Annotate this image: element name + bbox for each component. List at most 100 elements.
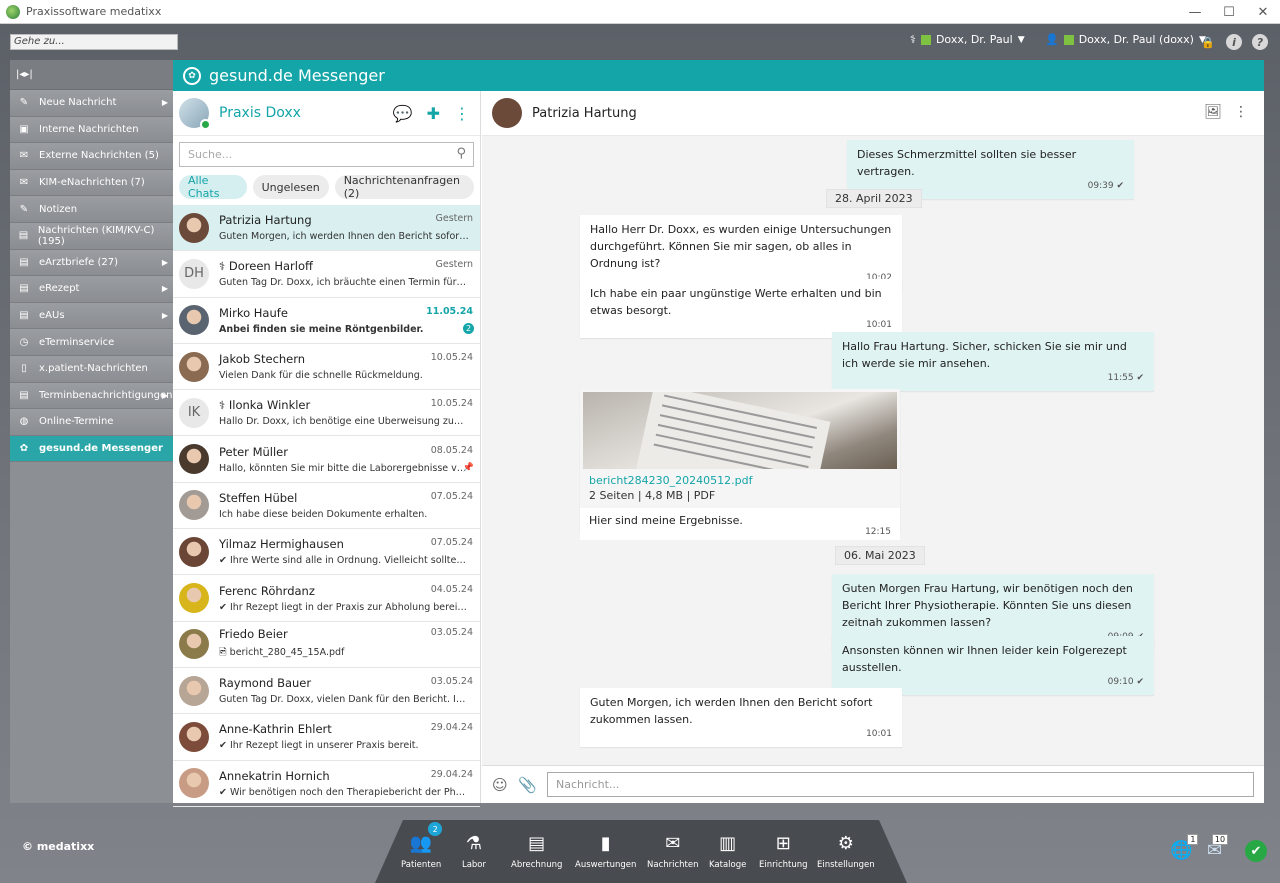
patients-icon: 👥 2 [408, 822, 443, 856]
chat-list-item[interactable]: Jakob Stechern 10.05.24 Vielen Dank für … [173, 344, 480, 391]
chat-list-item[interactable]: Peter Müller 08.05.24 Hallo, könnten Sie… [173, 436, 480, 483]
unread-badge: 2 [463, 322, 474, 334]
sidebar-item-5[interactable]: ▤ Nachrichten (KIM/KV-C) (195) [10, 222, 173, 250]
message-time: 12:15 [865, 527, 891, 537]
window-title: Praxissoftware medatixx [26, 5, 162, 18]
minimize-button[interactable]: — [1178, 0, 1212, 24]
phone-icon: ▯ [21, 363, 27, 375]
chat-list-item[interactable]: DH ⚕ Doreen Harloff Gestern Guten Tag Dr… [173, 251, 480, 298]
attachment-icon[interactable]: 📎 [518, 776, 537, 794]
sidebar-collapse-button[interactable]: |◂▸| [10, 60, 173, 90]
pin-icon: 📌 [462, 462, 474, 473]
globe-icon: ◍ [19, 416, 29, 428]
dock-item[interactable]: ✉ Nachrichten [647, 830, 699, 871]
broadcast-icon[interactable]: ✚ [427, 104, 440, 123]
maximize-button[interactable]: ☐ [1212, 0, 1246, 24]
more-options-icon[interactable]: ⋮ [454, 104, 470, 123]
chevron-right-icon: ▶ [161, 311, 168, 321]
dock-item[interactable]: ▥ Kataloge [709, 830, 746, 871]
chevron-right-icon: ▶ [161, 390, 168, 400]
emoji-icon[interactable]: ☺ [492, 776, 508, 794]
dock-item[interactable]: ▮ Auswertungen [575, 830, 636, 871]
document-preview-image[interactable] [583, 392, 897, 469]
sidebar-item-label: Neue Nachricht [39, 97, 117, 109]
kim-mail-icon: ✉ [19, 177, 29, 189]
sidebar-item-6[interactable]: ▤ eArztbriefe (27) ▶ [10, 249, 173, 277]
chat-preview: Guten Tag Dr. Doxx, ich bräuchte einen T… [219, 277, 469, 289]
chat-date: 07.05.24 [430, 537, 473, 549]
sidebar-item-11[interactable]: ▤ Terminbenachrichtigungen ▶ [10, 382, 173, 410]
message-text: Hallo Herr Dr. Doxx, es wurden einige Un… [590, 223, 892, 270]
sidebar-item-label: x.patient-Nachrichten [39, 363, 148, 375]
window-titlebar: Praxissoftware medatixx — ☐ ✕ [0, 0, 1280, 24]
sidebar-item-7[interactable]: ▤ eRezept ▶ [10, 276, 173, 303]
dock-item[interactable]: 👥 2 Patienten [401, 822, 443, 870]
app-logo-icon [6, 4, 20, 19]
dock-item[interactable]: ⚗ Labor [461, 830, 487, 871]
help-icon[interactable]: ? [1252, 34, 1268, 50]
praxis-header: Praxis Doxx 💬 ✚ ⋮ [173, 91, 480, 136]
sidebar-item-8[interactable]: ▤ eAUs ▶ [10, 302, 173, 330]
chat-list-item[interactable]: Raymond Bauer 03.05.24 Guten Tag Dr. Dox… [173, 668, 480, 715]
sidebar-item-12[interactable]: ◍ Online-Termine [10, 409, 173, 436]
chat-list-item[interactable]: Ferenc Röhrdanz 04.05.24 ✔ Ihr Rezept li… [173, 575, 480, 622]
chat-list-item[interactable]: Patrizia Hartung Gestern Guten Morgen, i… [173, 205, 480, 252]
file-message[interactable]: bericht284230_20240512.pdf 2 Seiten | 4,… [580, 389, 900, 540]
chevron-right-icon: ▶ [161, 284, 168, 294]
sidebar-item-13[interactable]: ✿ gesund.de Messenger [10, 435, 173, 463]
date-separator: 06. Mai 2023 [835, 546, 925, 565]
sidebar-item-10[interactable]: ▯ x.patient-Nachrichten [10, 355, 173, 383]
chat-name: Mirko Haufe [219, 305, 288, 320]
dock-item[interactable]: ▤ Abrechnung [511, 830, 562, 871]
sidebar-item-9[interactable]: ◷ eTerminservice [10, 329, 173, 356]
dock-item[interactable]: ⚙ Einstellungen [817, 830, 875, 871]
sidebar-item-label: eArztbriefe (27) [39, 256, 119, 268]
lock-icon[interactable]: 🔒 [1200, 34, 1216, 50]
network-badge: 1 [1187, 834, 1199, 845]
chat-preview: Hallo Dr. Doxx, ich benötige eine Überwe… [219, 416, 469, 428]
chat-list-item[interactable]: Friedo Beier 03.05.24 🖻 bericht_280_45_1… [173, 622, 480, 668]
more-options-icon[interactable]: ⋮ [1234, 104, 1248, 120]
chat-name: Anne-Kathrin Ehlert [219, 722, 332, 737]
filter-chip[interactable]: Nachrichtenanfragen (2) [334, 174, 474, 200]
chat-date: 03.05.24 [430, 676, 473, 688]
file-link[interactable]: bericht284230_20240512.pdf [589, 474, 900, 487]
sidebar-item-4[interactable]: ✎ Notizen [10, 196, 173, 223]
info-icon[interactable]: i [1226, 34, 1242, 50]
gallery-icon[interactable]: 🖼 [1204, 104, 1222, 120]
filter-chip[interactable]: Ungelesen [252, 175, 329, 199]
chat-list-item[interactable]: Steffen Hübel 07.05.24 Ich habe diese be… [173, 483, 480, 530]
chat-list-item[interactable]: Mirko Haufe 11.05.24 Anbei finden sie me… [173, 298, 480, 344]
chat-list-item[interactable]: Annekatrin Hornich 29.04.24 ✔ Wir benöti… [173, 761, 480, 807]
status-ok-icon[interactable]: ✔ [1245, 840, 1267, 862]
network-tray-icon[interactable]: 🌐 1 [1170, 834, 1199, 861]
chat-list-item[interactable]: IK ⚕ Ilonka Winkler 10.05.24 Hallo Dr. D… [173, 390, 480, 437]
avatar [179, 675, 209, 706]
chat-name: Annekatrin Hornich [219, 768, 330, 783]
mail-tray-icon[interactable]: ✉ 10 [1207, 834, 1229, 861]
sidebar-item-1[interactable]: ▣ Interne Nachrichten [10, 116, 173, 144]
inbox-icon: ▣ [19, 123, 29, 135]
chat-list-item[interactable]: Yilmaz Hermighausen 07.05.24 ✔ Ihre Wert… [173, 529, 480, 576]
chat-list-item[interactable]: Anne-Kathrin Ehlert 29.04.24 ✔ Ihr Rezep… [173, 714, 480, 761]
dock-item[interactable]: ⊞ Einrichtung [759, 830, 808, 871]
message-input[interactable]: Nachricht... [547, 772, 1254, 797]
avatar [179, 536, 209, 567]
sidebar-item-0[interactable]: ✎ Neue Nachricht ▶ [10, 90, 173, 117]
message-text: Hier sind meine Ergebnisse. [589, 514, 743, 527]
new-chat-icon[interactable]: 💬 [393, 104, 413, 123]
sidebar-item-label: Notizen [39, 203, 78, 215]
chat-search-input[interactable]: Suche... ⚲ [179, 142, 474, 167]
messenger-header: ✿ gesund.de Messenger [173, 60, 1264, 91]
search-icon[interactable]: ⚲ [456, 146, 466, 161]
letter-icon: ▤ [19, 256, 29, 268]
conversation-header: Patrizia Hartung 🖼 ⋮ [482, 91, 1264, 136]
chat-preview: ✔ Wir benötigen noch den Therapiebericht… [219, 786, 469, 798]
filter-chip[interactable]: Alle Chats [179, 174, 247, 200]
doctor-selector[interactable]: ⚕ Doxx, Dr. Paul ▼ [910, 33, 1025, 46]
goto-input[interactable]: Gehe zu... [10, 34, 178, 50]
sidebar-item-3[interactable]: ✉ KIM-eNachrichten (7) [10, 169, 173, 197]
user-selector[interactable]: 👤 Doxx, Dr. Paul (doxx) ▼ [1045, 33, 1206, 46]
sidebar-item-2[interactable]: ✉ Externe Nachrichten (5) [10, 143, 173, 170]
close-button[interactable]: ✕ [1246, 0, 1280, 24]
